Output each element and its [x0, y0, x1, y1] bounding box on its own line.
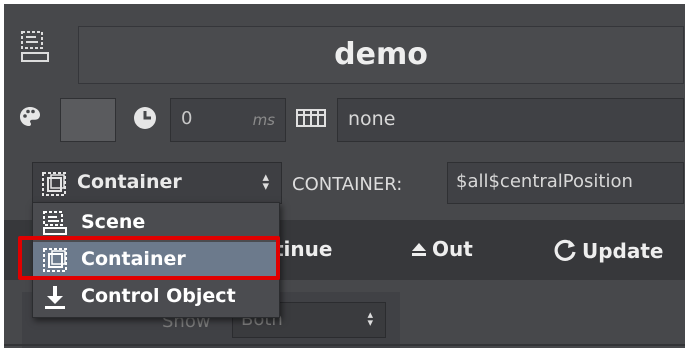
- scene-icon: [41, 209, 69, 237]
- continue-label: tinue: [274, 237, 333, 261]
- type-select-value: Container: [77, 171, 182, 193]
- duration-value: 0: [181, 108, 193, 129]
- out-label: Out: [432, 237, 473, 261]
- refresh-icon: [552, 237, 578, 268]
- color-swatch[interactable]: [60, 98, 116, 142]
- eject-icon: [410, 239, 428, 263]
- timeline-input[interactable]: none: [337, 98, 684, 142]
- palette-icon: [18, 105, 42, 129]
- timeline-grid-icon: [294, 105, 328, 131]
- updown-arrow-icon: ▴ ▾: [262, 170, 269, 194]
- duration-unit: ms: [252, 111, 275, 129]
- divider: [4, 344, 685, 346]
- title-text: demo: [334, 37, 428, 72]
- timeline-value: none: [348, 108, 396, 130]
- continue-button[interactable]: tinue: [274, 237, 332, 261]
- clock-icon: [132, 105, 158, 131]
- container-label: CONTAINER:: [292, 174, 403, 195]
- duration-input[interactable]: 0 ms: [170, 98, 286, 142]
- type-select[interactable]: Container ▴ ▾: [32, 162, 282, 204]
- container-icon: [40, 170, 68, 198]
- highlight-annotation: [18, 236, 280, 280]
- download-arrow-icon: [41, 283, 69, 311]
- menu-item-label: Scene: [81, 211, 146, 233]
- update-label: Update: [582, 239, 664, 263]
- updown-arrow-icon: ▴ ▾: [367, 308, 373, 329]
- menu-item-control-object[interactable]: Control Object: [33, 279, 279, 315]
- container-value: $all$centralPosition: [456, 171, 633, 192]
- menu-item-label: Control Object: [81, 285, 236, 307]
- editor-panel: demo 0 ms none Container ▴ ▾ CONTAINER: …: [4, 4, 685, 348]
- container-input[interactable]: $all$centralPosition: [447, 162, 684, 204]
- update-button[interactable]: Update: [552, 237, 664, 268]
- title-field[interactable]: demo: [78, 26, 684, 84]
- out-button[interactable]: Out: [410, 237, 473, 263]
- scene-type-icon: [16, 26, 56, 68]
